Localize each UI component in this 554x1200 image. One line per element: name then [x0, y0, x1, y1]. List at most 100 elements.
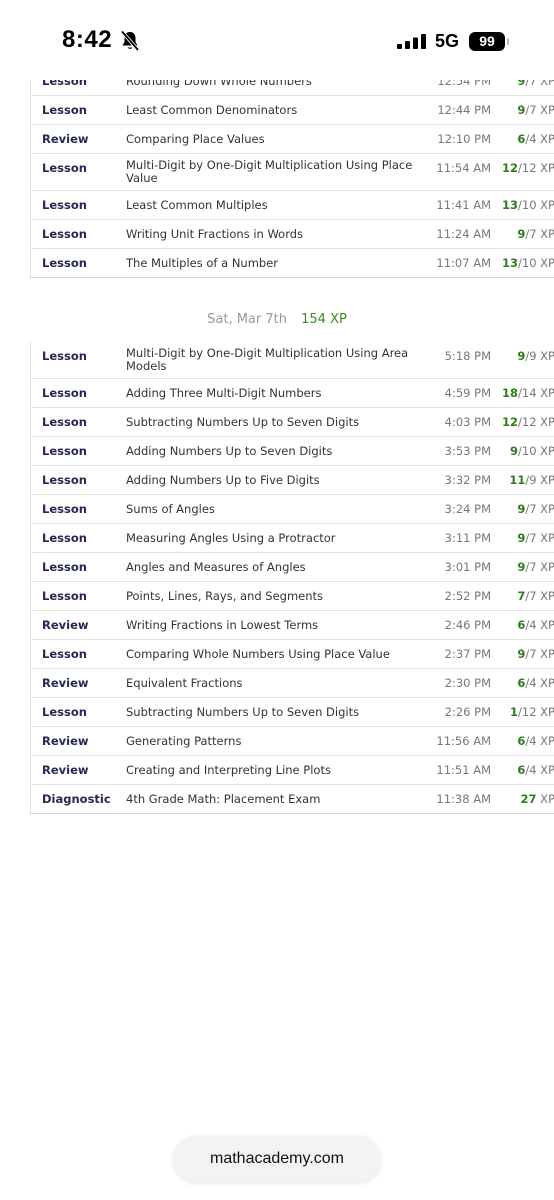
activity-row[interactable]: Review Creating and Interpreting Line Plo… — [31, 755, 554, 784]
activity-row[interactable]: Lesson Adding Numbers Up to Seven Digits 3… — [31, 436, 554, 465]
xp-possible: /4 XP — [525, 132, 554, 146]
activity-row[interactable]: Lesson Comparing Whole Numbers Using Plac… — [31, 639, 554, 668]
activity-title[interactable]: Multi-Digit by One-Digit Multiplication … — [126, 342, 426, 378]
activity-type: Lesson — [42, 560, 87, 574]
day-total-xp: 154 XP — [301, 312, 347, 327]
activity-row[interactable]: Lesson Adding Numbers Up to Five Digits 3:… — [31, 465, 554, 494]
activity-xp: 9/10 XP — [491, 444, 554, 458]
activity-title[interactable]: Adding Numbers Up to Seven Digits — [126, 444, 426, 458]
activity-title[interactable]: Adding Three Multi-Digit Numbers — [126, 386, 426, 400]
activity-time: 2:46 PM — [444, 618, 491, 632]
activity-title[interactable]: The Multiples of a Number — [126, 256, 426, 270]
xp-earned: 11 — [509, 473, 526, 487]
activity-title[interactable]: Creating and Interpreting Line Plots — [126, 763, 426, 777]
activity-time: 11:38 AM — [436, 792, 491, 806]
activity-type: Lesson — [42, 473, 87, 487]
activity-title[interactable]: 4th Grade Math: Placement Exam — [126, 792, 426, 806]
activity-row[interactable]: Lesson Writing Unit Fractions in Words 11:… — [31, 219, 554, 248]
activity-type: Lesson — [42, 531, 87, 545]
activity-type: Lesson — [42, 647, 87, 661]
activity-xp: 7/7 XP — [491, 589, 554, 603]
activity-title[interactable]: Multi-Digit by One-Digit Multiplication … — [126, 154, 426, 190]
day-header: Sat, Mar 7th 154 XP — [0, 312, 554, 330]
activity-title[interactable]: Subtracting Numbers Up to Seven Digits — [126, 705, 426, 719]
activity-type: Review — [42, 676, 89, 690]
activity-title[interactable]: Least Common Multiples — [126, 198, 426, 212]
activity-xp: 11/9 XP — [491, 473, 554, 487]
xp-earned: 12 — [502, 415, 519, 429]
activity-title[interactable]: Comparing Place Values — [126, 132, 426, 146]
xp-possible: /4 XP — [525, 763, 554, 777]
activity-xp: 9/7 XP — [491, 502, 554, 516]
activity-row[interactable]: Lesson Angles and Measures of Angles 3:01 … — [31, 552, 554, 581]
activity-type: Lesson — [42, 705, 87, 719]
activity-title[interactable]: Equivalent Fractions — [126, 676, 426, 690]
activity-xp: 6/4 XP — [491, 763, 554, 777]
activity-title[interactable]: Writing Fractions in Lowest Terms — [126, 618, 426, 632]
activity-title[interactable]: Sums of Angles — [126, 502, 426, 516]
activity-time: 12:10 PM — [437, 132, 491, 146]
xp-possible: /4 XP — [525, 734, 554, 748]
network-type: 5G — [435, 31, 460, 51]
activity-row[interactable]: Review Generating Patterns 11:56 AM 6/4 XP — [31, 726, 554, 755]
activity-type: Diagnostic — [42, 792, 111, 806]
activity-row[interactable]: Diagnostic 4th Grade Math: Placement Exam… — [31, 784, 554, 813]
activity-time: 2:37 PM — [444, 647, 491, 661]
activity-title[interactable]: Comparing Whole Numbers Using Place Valu… — [126, 647, 426, 661]
activity-row[interactable]: Lesson The Multiples of a Number 11:07 AM 1… — [31, 248, 554, 277]
signal-icon — [397, 34, 427, 53]
activity-time: 2:52 PM — [444, 589, 491, 603]
activity-type: Review — [42, 763, 89, 777]
activity-row[interactable]: Lesson Sums of Angles 3:24 PM 9/7 XP — [31, 494, 554, 523]
activity-xp: 18/14 XP — [491, 386, 554, 400]
activity-time: 12:44 PM — [437, 103, 491, 117]
activity-title[interactable]: Adding Numbers Up to Five Digits — [126, 473, 426, 487]
activity-row[interactable]: Review Equivalent Fractions 2:30 PM 6/4 XP — [31, 668, 554, 697]
activity-title[interactable]: Angles and Measures of Angles — [126, 560, 426, 574]
activity-time: 3:53 PM — [444, 444, 491, 458]
activity-type: Review — [42, 132, 89, 146]
activity-row[interactable]: Lesson Points, Lines, Rays, and Segments 2… — [31, 581, 554, 610]
activity-title[interactable]: Generating Patterns — [126, 734, 426, 748]
activity-title[interactable]: Least Common Denominators — [126, 103, 426, 117]
activity-time: 5:18 PM — [444, 349, 491, 363]
day-date: Sat, Mar 7th — [207, 312, 287, 327]
activity-xp: 27 XP — [491, 792, 554, 806]
xp-earned: 13 — [502, 256, 519, 270]
activity-row[interactable]: Lesson Multi-Digit by One-Digit Multiplic… — [31, 342, 554, 378]
activity-xp: 9/7 XP — [491, 647, 554, 661]
activity-title[interactable]: Writing Unit Fractions in Words — [126, 227, 426, 241]
xp-possible: /10 XP — [518, 444, 554, 458]
activity-row[interactable]: Lesson Adding Three Multi-Digit Numbers 4:… — [31, 378, 554, 407]
activity-row[interactable]: Lesson Multi-Digit by One-Digit Multiplic… — [31, 153, 554, 190]
activity-row[interactable]: Lesson Subtracting Numbers Up to Seven Di… — [31, 407, 554, 436]
xp-earned: 18 — [502, 386, 519, 400]
activity-title[interactable]: Measuring Angles Using a Protractor — [126, 531, 426, 545]
activity-time: 3:11 PM — [444, 531, 491, 545]
activity-row[interactable]: Review Comparing Place Values 12:10 PM 6/4 … — [31, 124, 554, 153]
activity-title[interactable]: Subtracting Numbers Up to Seven Digits — [126, 415, 426, 429]
activity-row[interactable]: Lesson Least Common Denominators 12:44 PM 9… — [31, 95, 554, 124]
activity-row[interactable]: Lesson Least Common Multiples 11:41 AM 13/1… — [31, 190, 554, 219]
address-bar[interactable]: mathacademy.com — [174, 1136, 380, 1182]
xp-possible: /7 XP — [525, 647, 554, 661]
xp-earned: 12 — [502, 161, 519, 175]
activity-row[interactable]: Lesson Measuring Angles Using a Protracto… — [31, 523, 554, 552]
activity-type: Lesson — [42, 227, 87, 241]
activity-time: 3:32 PM — [444, 473, 491, 487]
xp-possible: /4 XP — [525, 676, 554, 690]
activity-time: 11:24 AM — [436, 227, 491, 241]
activity-type: Lesson — [42, 161, 87, 175]
activity-type: Lesson — [42, 256, 87, 270]
activity-row[interactable]: Review Writing Fractions in Lowest Terms 2… — [31, 610, 554, 639]
activity-xp: 6/4 XP — [491, 734, 554, 748]
url-text: mathacademy.com — [210, 1150, 344, 1167]
status-bar: 8:42 5G 99 — [0, 0, 554, 80]
xp-possible: /9 XP — [525, 473, 554, 487]
activity-type: Lesson — [42, 415, 87, 429]
xp-possible: XP — [536, 792, 554, 806]
activity-title[interactable]: Points, Lines, Rays, and Segments — [126, 589, 426, 603]
activity-row[interactable]: Lesson Subtracting Numbers Up to Seven Di… — [31, 697, 554, 726]
activity-time: 11:41 AM — [436, 198, 491, 212]
xp-possible: /12 XP — [518, 161, 554, 175]
